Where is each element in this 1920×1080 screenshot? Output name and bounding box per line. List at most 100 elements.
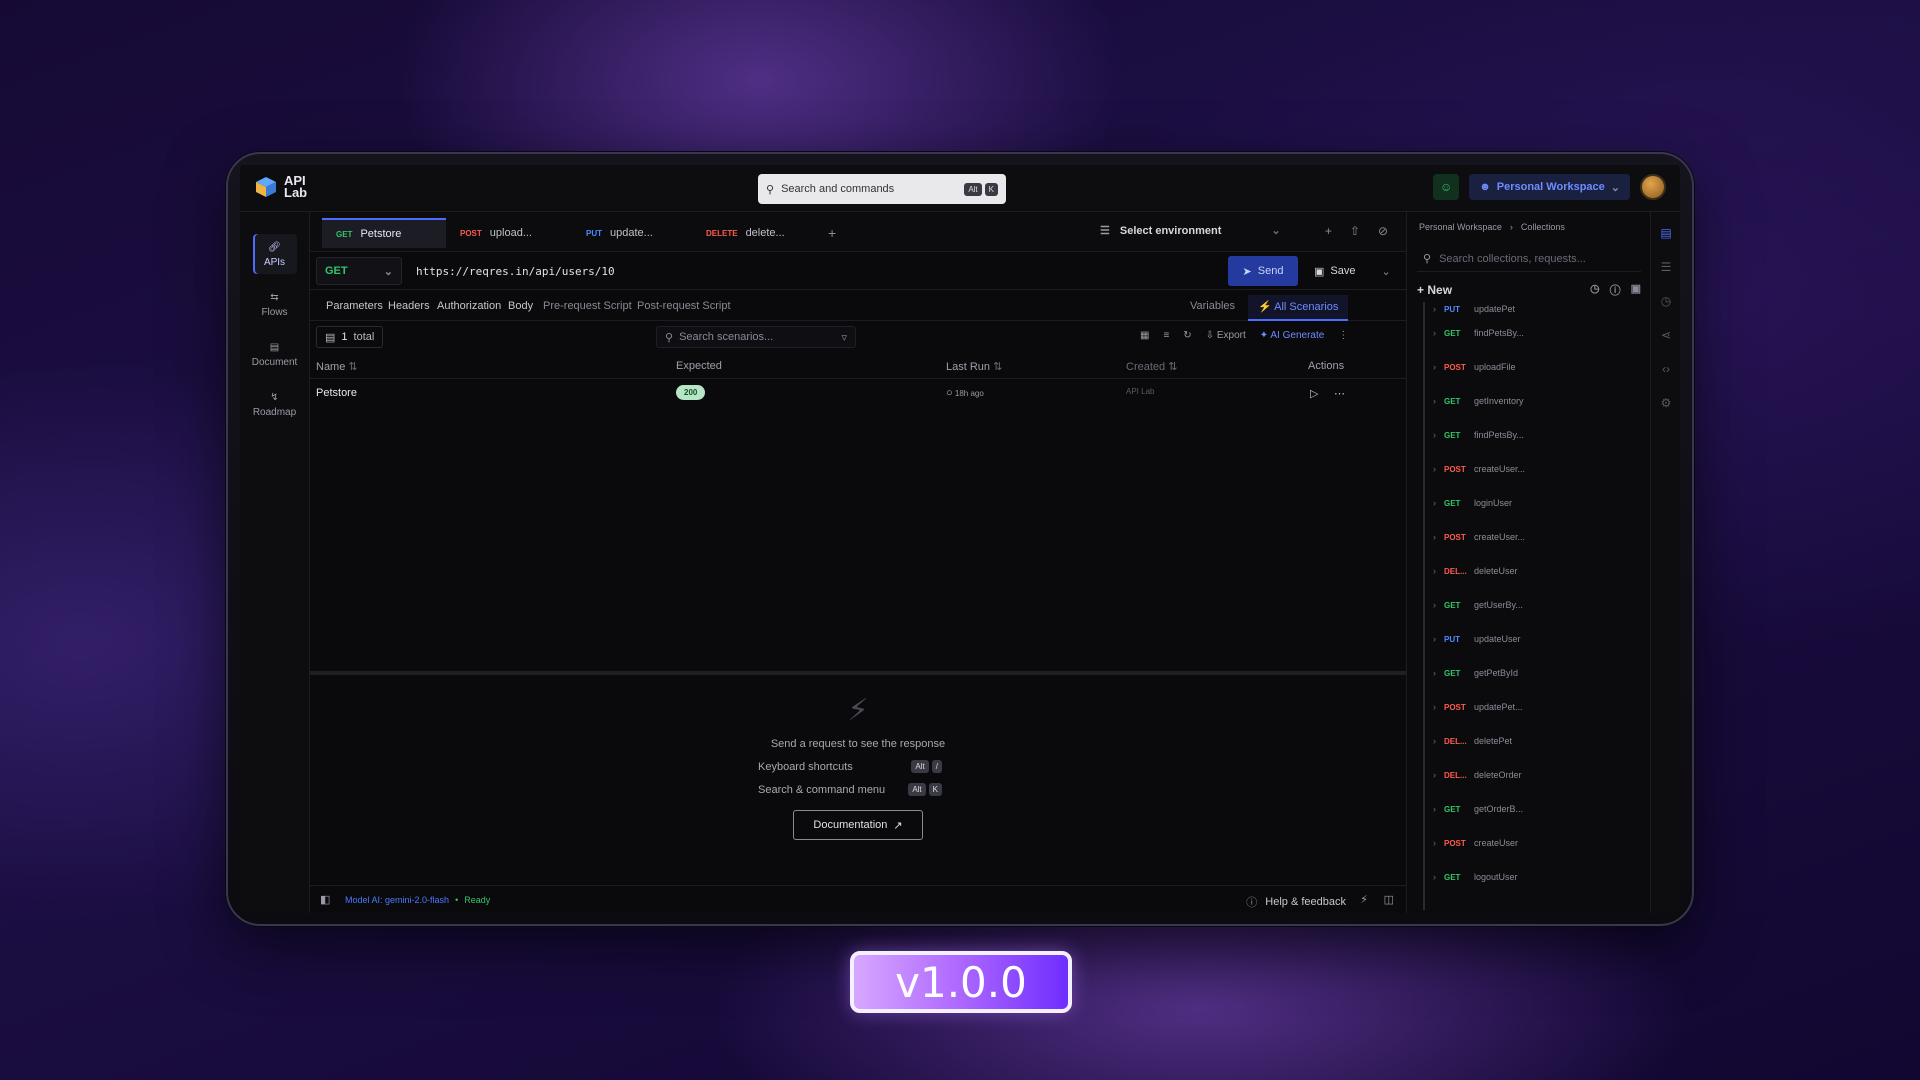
upload-icon[interactable]: ⇧	[1350, 224, 1360, 238]
tab-authorization[interactable]: Authorization	[437, 300, 501, 312]
tab-body[interactable]: Body	[508, 300, 533, 312]
chevron-right-icon: ›	[1433, 396, 1436, 406]
filter-icon[interactable]: ▿	[841, 331, 847, 344]
invite-user-button[interactable]: ☺	[1433, 174, 1460, 200]
lightning-icon[interactable]: ⚡︎	[1360, 893, 1368, 906]
save-icon: ▣	[1314, 265, 1325, 278]
collection-item[interactable]: › GET loginUser	[1425, 486, 1643, 520]
rail-item-roadmap[interactable]: ↯ Roadmap	[253, 384, 297, 424]
folder-plus-icon[interactable]: ▣	[1631, 282, 1641, 298]
tab-all-scenarios[interactable]: ⚡ All Scenarios	[1248, 295, 1349, 321]
layers-icon[interactable]: ☰	[1651, 250, 1680, 284]
code-icon[interactable]: ‹›	[1651, 352, 1680, 386]
sidebar-toggle-icon[interactable]: ◧	[320, 893, 330, 906]
send-icon: ➤	[1242, 265, 1252, 278]
collection-item[interactable]: › POST createUser...	[1425, 452, 1643, 486]
environment-selector[interactable]: ☰ Select environment ⌄	[1100, 224, 1281, 238]
tab-update[interactable]: PUT update...	[572, 218, 667, 248]
collection-item[interactable]: › POST createUser...	[1425, 520, 1643, 554]
url-bar: GET ⌄ ➤ Send ▣ Save ⌄	[310, 252, 1406, 290]
eye-off-icon[interactable]: ⊘	[1378, 224, 1388, 238]
item-method: GET	[1444, 396, 1461, 406]
save-button[interactable]: ▣ Save ⌄	[1304, 256, 1394, 286]
clock-icon[interactable]: ◷	[1651, 284, 1680, 318]
help-feedback-button[interactable]: ⓘ Help & feedback	[1246, 894, 1346, 910]
method-select[interactable]: GET ⌄	[316, 257, 402, 285]
collection-item[interactable]: › DEL... deletePet	[1425, 724, 1643, 758]
collection-item[interactable]: › DEL... deleteOrder	[1425, 758, 1643, 792]
avatar[interactable]	[1640, 174, 1666, 200]
tab-parameters[interactable]: Parameters	[326, 300, 383, 312]
item-method: GET	[1444, 872, 1461, 882]
ai-generate-button[interactable]: ✦ AI Generate	[1260, 330, 1325, 341]
rail-item-flows[interactable]: ⇆ Flows	[253, 284, 297, 324]
tab-pre-request-script[interactable]: Pre-request Script	[543, 300, 632, 312]
tab-petstore[interactable]: GET Petstore	[322, 218, 446, 248]
list-view-icon[interactable]: ≡	[1163, 330, 1169, 341]
tab-post-request-script[interactable]: Post-request Script	[637, 300, 731, 312]
tab-variables[interactable]: Variables	[1190, 300, 1235, 312]
plus-icon[interactable]: +	[1325, 224, 1332, 238]
collection-item[interactable]: › GET getOrderB...	[1425, 792, 1643, 826]
tab-headers[interactable]: Headers	[388, 300, 430, 312]
export-button[interactable]: ⇩ Export	[1206, 330, 1246, 341]
layout-icon[interactable]: ◫	[1384, 893, 1394, 906]
scenario-search-input[interactable]: ⚲ Search scenarios... ▿	[656, 326, 856, 348]
search-placeholder: Search collections, requests...	[1439, 252, 1586, 265]
gear-icon[interactable]: ⚙︎	[1651, 386, 1680, 420]
breadcrumb: Personal Workspace › Collections	[1419, 222, 1565, 232]
run-icon[interactable]: ▷	[1310, 387, 1318, 400]
col-name[interactable]: Name ⇅	[316, 360, 358, 373]
collection-item[interactable]: › GET findPetsBy...	[1425, 418, 1643, 452]
col-created[interactable]: Created ⇅	[1126, 360, 1177, 373]
flow-icon: ⇆	[270, 292, 279, 303]
row-name: Petstore	[316, 387, 357, 399]
tab-delete[interactable]: DELETE delete...	[692, 218, 799, 248]
collection-item[interactable]: › GET getPetById	[1425, 656, 1643, 690]
rail-item-apis[interactable]: 🔗︎ APIs	[252, 234, 297, 274]
item-name: uploadFile	[1474, 362, 1516, 372]
collection-item[interactable]: › GET getUserBy...	[1425, 588, 1643, 622]
refresh-icon[interactable]: ↻	[1183, 330, 1191, 341]
top-bar: API Lab ⚲ Search and commands Alt K ☺ ☻ …	[240, 165, 1680, 212]
save-label: Save	[1330, 265, 1356, 277]
breadcrumb-collections[interactable]: Collections	[1521, 222, 1565, 232]
command-search[interactable]: ⚲ Search and commands Alt K	[758, 174, 1006, 204]
add-tab-button[interactable]: +	[814, 218, 850, 248]
rail-item-document[interactable]: ▤ Document	[252, 334, 298, 374]
workspace-selector[interactable]: ☻ Personal Workspace ⌄	[1469, 174, 1630, 200]
layers-icon: ☰	[1100, 225, 1110, 237]
url-input[interactable]	[408, 257, 1208, 285]
share-icon[interactable]: ⋖	[1651, 318, 1680, 352]
collection-item[interactable]: › PUT updateUser	[1425, 622, 1643, 656]
send-button[interactable]: ➤ Send	[1228, 256, 1298, 286]
collection-item[interactable]: › POST updatePet...	[1425, 690, 1643, 724]
app-logo[interactable]: API Lab	[254, 174, 314, 199]
collection-item[interactable]: › PUT updatePet	[1425, 302, 1643, 316]
more-vertical-icon[interactable]: ⋮	[1338, 330, 1348, 341]
collections-panel: Personal Workspace › Collections ⚲ Searc…	[1406, 212, 1650, 913]
collection-item[interactable]: › GET getInventory	[1425, 384, 1643, 418]
shortcut-key-k: K	[984, 182, 998, 196]
help-icon[interactable]: ⓘ	[1610, 282, 1621, 298]
new-button[interactable]: + New	[1417, 283, 1452, 297]
folder-icon[interactable]: ▤	[1651, 216, 1680, 250]
collection-item[interactable]: › POST createUser	[1425, 826, 1643, 860]
documentation-button[interactable]: Documentation ↗	[793, 810, 923, 840]
breadcrumb-workspace[interactable]: Personal Workspace	[1419, 222, 1502, 232]
dot-separator: •	[455, 894, 459, 905]
grid-view-icon[interactable]: ▦	[1140, 330, 1149, 341]
tab-upload[interactable]: POST upload...	[446, 218, 546, 248]
collection-item[interactable]: › GET logoutUser	[1425, 860, 1643, 894]
table-row[interactable]: Petstore 200 ○ 18h ago API Lab ▷ ⋯	[310, 379, 1406, 409]
col-last-run[interactable]: Last Run ⇅	[946, 360, 1002, 373]
collection-item[interactable]: › DEL... deleteUser	[1425, 554, 1643, 588]
history-icon[interactable]: ◷	[1590, 282, 1600, 298]
collections-search-input[interactable]: ⚲ Search collections, requests...	[1417, 246, 1641, 272]
document-icon: ▤	[269, 342, 280, 353]
item-method: DEL...	[1444, 736, 1467, 746]
collection-item[interactable]: › GET findPetsBy...	[1425, 316, 1643, 350]
model-indicator[interactable]: Model AI: gemini-2.0-flash	[345, 895, 449, 905]
more-horizontal-icon[interactable]: ⋯	[1334, 387, 1345, 400]
collection-item[interactable]: › POST uploadFile	[1425, 350, 1643, 384]
